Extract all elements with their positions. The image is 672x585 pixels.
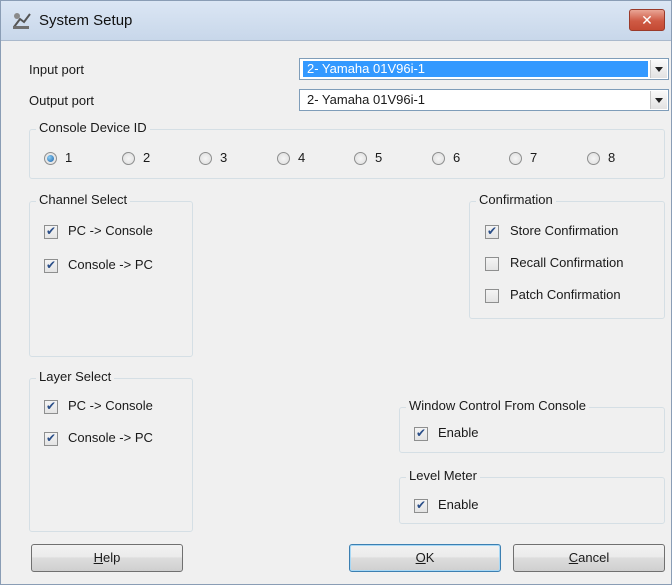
cancel-button-mnemonic: C <box>568 550 579 565</box>
device-id-label-4[interactable]: 4 <box>298 150 305 165</box>
device-id-label-1[interactable]: 1 <box>65 150 72 165</box>
layer-console-to-pc-label[interactable]: Console -> PC <box>68 430 153 445</box>
channel-pc-to-console-label[interactable]: PC -> Console <box>68 223 153 238</box>
patch-confirmation-checkbox[interactable] <box>485 289 499 303</box>
device-id-radio-2[interactable] <box>122 152 135 165</box>
confirmation-group: Confirmation Store Confirmation Recall C… <box>469 192 665 319</box>
device-id-label-3[interactable]: 3 <box>220 150 227 165</box>
layer-pc-to-console-label[interactable]: PC -> Console <box>68 398 153 413</box>
title-bar[interactable]: System Setup ✕ <box>1 1 671 41</box>
device-id-label-8[interactable]: 8 <box>608 150 615 165</box>
layer-console-to-pc-checkbox[interactable] <box>44 431 58 446</box>
device-id-radio-3[interactable] <box>199 152 212 165</box>
layer-pc-to-console-checkbox[interactable] <box>44 399 58 414</box>
console-device-id-legend: Console Device ID <box>36 120 150 135</box>
close-icon: ✕ <box>641 12 653 28</box>
output-port-dropdown[interactable]: 2- Yamaha 01V96i-1 <box>299 89 669 111</box>
channel-console-to-pc-label[interactable]: Console -> PC <box>68 257 153 272</box>
layer-select-legend: Layer Select <box>36 369 115 384</box>
cancel-button-label: ancel <box>578 550 610 565</box>
level-meter-enable-checkbox[interactable] <box>414 498 428 513</box>
device-id-label-7[interactable]: 7 <box>530 150 537 165</box>
app-icon <box>13 13 31 29</box>
channel-pc-to-console-checkbox[interactable] <box>44 224 58 239</box>
level-meter-legend: Level Meter <box>406 468 480 483</box>
device-id-radio-5[interactable] <box>354 152 367 165</box>
system-setup-window: System Setup ✕ Input port 2- Yamaha 01V9… <box>0 0 672 585</box>
window-control-enable-label[interactable]: Enable <box>438 425 478 440</box>
cancel-button[interactable]: Cancel <box>513 544 665 572</box>
input-port-dropdown[interactable]: 2- Yamaha 01V96i-1 <box>299 58 669 80</box>
ok-button[interactable]: OK <box>349 544 501 572</box>
output-port-label: Output port <box>29 93 95 108</box>
device-id-label-2[interactable]: 2 <box>143 150 150 165</box>
level-meter-enable-label[interactable]: Enable <box>438 497 478 512</box>
device-id-radio-8[interactable] <box>587 152 600 165</box>
input-port-value: 2- Yamaha 01V96i-1 <box>303 61 648 77</box>
device-id-label-6[interactable]: 6 <box>453 150 460 165</box>
help-button-mnemonic: H <box>93 550 104 565</box>
layer-select-group: Layer Select PC -> Console Console -> PC <box>29 369 193 532</box>
channel-console-to-pc-checkbox[interactable] <box>44 258 58 273</box>
store-confirmation-label[interactable]: Store Confirmation <box>510 223 618 238</box>
device-id-radio-1[interactable] <box>44 152 57 165</box>
recall-confirmation-label[interactable]: Recall Confirmation <box>510 255 623 270</box>
console-device-id-group: Console Device ID 1 2 3 4 5 6 7 8 <box>29 120 665 179</box>
channel-select-group: Channel Select PC -> Console Console -> … <box>29 192 193 357</box>
window-control-group: Window Control From Console Enable <box>399 398 665 453</box>
input-port-label: Input port <box>29 62 84 77</box>
window-control-legend: Window Control From Console <box>406 398 590 413</box>
patch-confirmation-label[interactable]: Patch Confirmation <box>510 287 621 302</box>
level-meter-group: Level Meter Enable <box>399 468 665 524</box>
help-button-label: elp <box>103 550 121 565</box>
ok-button-label: K <box>425 550 435 565</box>
window-control-enable-checkbox[interactable] <box>414 426 428 441</box>
help-button[interactable]: Help <box>31 544 183 572</box>
device-id-radio-4[interactable] <box>277 152 290 165</box>
window-title: System Setup <box>39 12 133 29</box>
confirmation-legend: Confirmation <box>476 192 556 207</box>
chevron-down-icon[interactable] <box>650 91 667 109</box>
device-id-label-5[interactable]: 5 <box>375 150 382 165</box>
close-button[interactable]: ✕ <box>629 9 665 31</box>
channel-select-legend: Channel Select <box>36 192 131 207</box>
store-confirmation-checkbox[interactable] <box>485 224 499 239</box>
output-port-value: 2- Yamaha 01V96i-1 <box>307 92 426 107</box>
recall-confirmation-checkbox[interactable] <box>485 257 499 271</box>
chevron-down-icon[interactable] <box>650 60 667 78</box>
device-id-radio-7[interactable] <box>509 152 522 165</box>
device-id-radio-6[interactable] <box>432 152 445 165</box>
ok-button-mnemonic: O <box>415 550 426 565</box>
